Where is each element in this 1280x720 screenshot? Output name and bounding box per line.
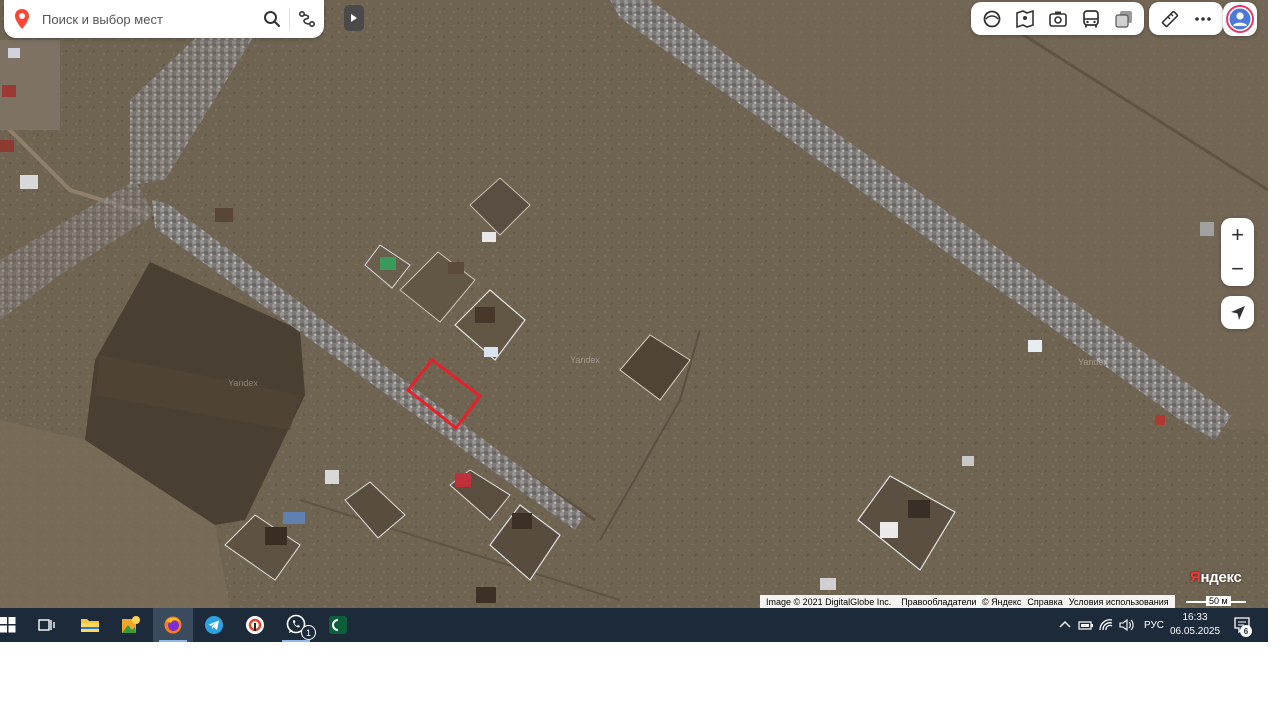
map-pin-icon [15, 9, 29, 29]
yandex-attribution: © Яндекс Справка Условия использования [976, 595, 1175, 608]
avatar [1226, 5, 1254, 33]
app-green-icon [329, 616, 347, 634]
route-icon [298, 10, 316, 28]
input-language[interactable]: РУС [1144, 620, 1164, 631]
app-button-round[interactable] [235, 608, 275, 642]
folder-icon [81, 619, 99, 632]
battery-icon[interactable] [1078, 618, 1094, 632]
firefox-taskbar-button[interactable] [153, 608, 193, 642]
search-button[interactable] [255, 2, 289, 36]
play-arrow-icon [351, 14, 357, 22]
telegram-taskbar-button[interactable] [194, 608, 234, 642]
telegram-icon [205, 616, 223, 634]
app-circle-icon [246, 616, 264, 634]
more-icon [1194, 16, 1211, 21]
clock[interactable]: 16:33 06.05.2025 [1164, 611, 1226, 639]
imagery-credit: Image © 2021 DigitalGlobe Inc. [766, 596, 892, 607]
map-type-button[interactable] [1107, 2, 1140, 35]
logo-rest: ндекс [1200, 569, 1242, 586]
panorama-icon [1015, 9, 1034, 28]
app-button-gallery[interactable] [111, 608, 151, 642]
navigation-arrow-icon [1230, 305, 1245, 320]
firefox-icon [164, 616, 182, 634]
locate-me-button[interactable] [1221, 296, 1254, 329]
transport-button[interactable] [1074, 2, 1107, 35]
sidebar-expand-button[interactable] [344, 5, 364, 31]
ruler-icon [1161, 10, 1178, 27]
tools-toolbar [1149, 2, 1223, 35]
windows-taskbar: 1 РУС 16:33 06.05.2025 6 [0, 608, 1268, 642]
map-type-icon [1114, 10, 1132, 28]
task-view-button[interactable] [27, 608, 67, 642]
rights-holders-link[interactable]: Правообладатели [901, 597, 976, 607]
satellite-imagery [0, 0, 1268, 608]
app-button-green[interactable] [318, 608, 358, 642]
help-link[interactable]: Справка [1027, 597, 1062, 607]
photos-app-icon [122, 616, 140, 633]
layers-button[interactable] [975, 2, 1008, 35]
clock-date: 06.05.2025 [1169, 626, 1221, 637]
map-layers-toolbar [971, 2, 1144, 35]
profile-button[interactable] [1223, 2, 1257, 36]
map-watermark: Yandex [1078, 357, 1108, 367]
chevron-up-icon[interactable] [1058, 618, 1072, 632]
imagery-attribution: Image © 2021 DigitalGlobe Inc. Правообла… [760, 595, 983, 608]
ruler-button[interactable] [1153, 2, 1186, 35]
bus-icon [1082, 9, 1099, 27]
search-icon [264, 11, 281, 28]
map-view[interactable]: Yandex Yandex Yandex [0, 0, 1268, 608]
windows-logo-icon [0, 617, 16, 633]
scale-bar: 50 м [1186, 595, 1246, 608]
wifi-icon[interactable] [1098, 618, 1114, 632]
more-button[interactable] [1186, 2, 1219, 35]
camera-icon [1048, 11, 1067, 27]
yandex-logo[interactable]: Яндекс [1190, 569, 1242, 586]
task-view-icon [38, 619, 55, 631]
whatsapp-unread-badge: 1 [301, 625, 316, 640]
map-watermark: Yandex [228, 378, 258, 388]
map-watermark: Yandex [570, 355, 600, 365]
clock-time: 16:33 [1182, 612, 1208, 623]
panorama-button[interactable] [1008, 2, 1041, 35]
active-indicator [282, 640, 310, 642]
zoom-out-button[interactable]: − [1221, 252, 1254, 286]
speaker-icon[interactable] [1118, 618, 1136, 632]
notification-count-badge: 6 [1240, 625, 1252, 637]
file-explorer-button[interactable] [70, 608, 110, 642]
start-button[interactable] [0, 608, 28, 642]
zoom-in-button[interactable]: + [1221, 218, 1254, 252]
search-input[interactable] [40, 3, 255, 35]
terms-link[interactable]: Условия использования [1069, 597, 1169, 607]
active-indicator [159, 640, 187, 642]
route-button[interactable] [290, 2, 324, 36]
scale-label: 50 м [1206, 596, 1231, 606]
zoom-control: + − [1221, 218, 1254, 286]
yandex-copyright: © Яндекс [982, 596, 1022, 607]
search-bar [4, 0, 324, 38]
layers-icon [983, 10, 1000, 27]
system-tray: РУС [1058, 608, 1164, 642]
logo-first-letter: Я [1190, 569, 1201, 586]
photos-button[interactable] [1041, 2, 1074, 35]
